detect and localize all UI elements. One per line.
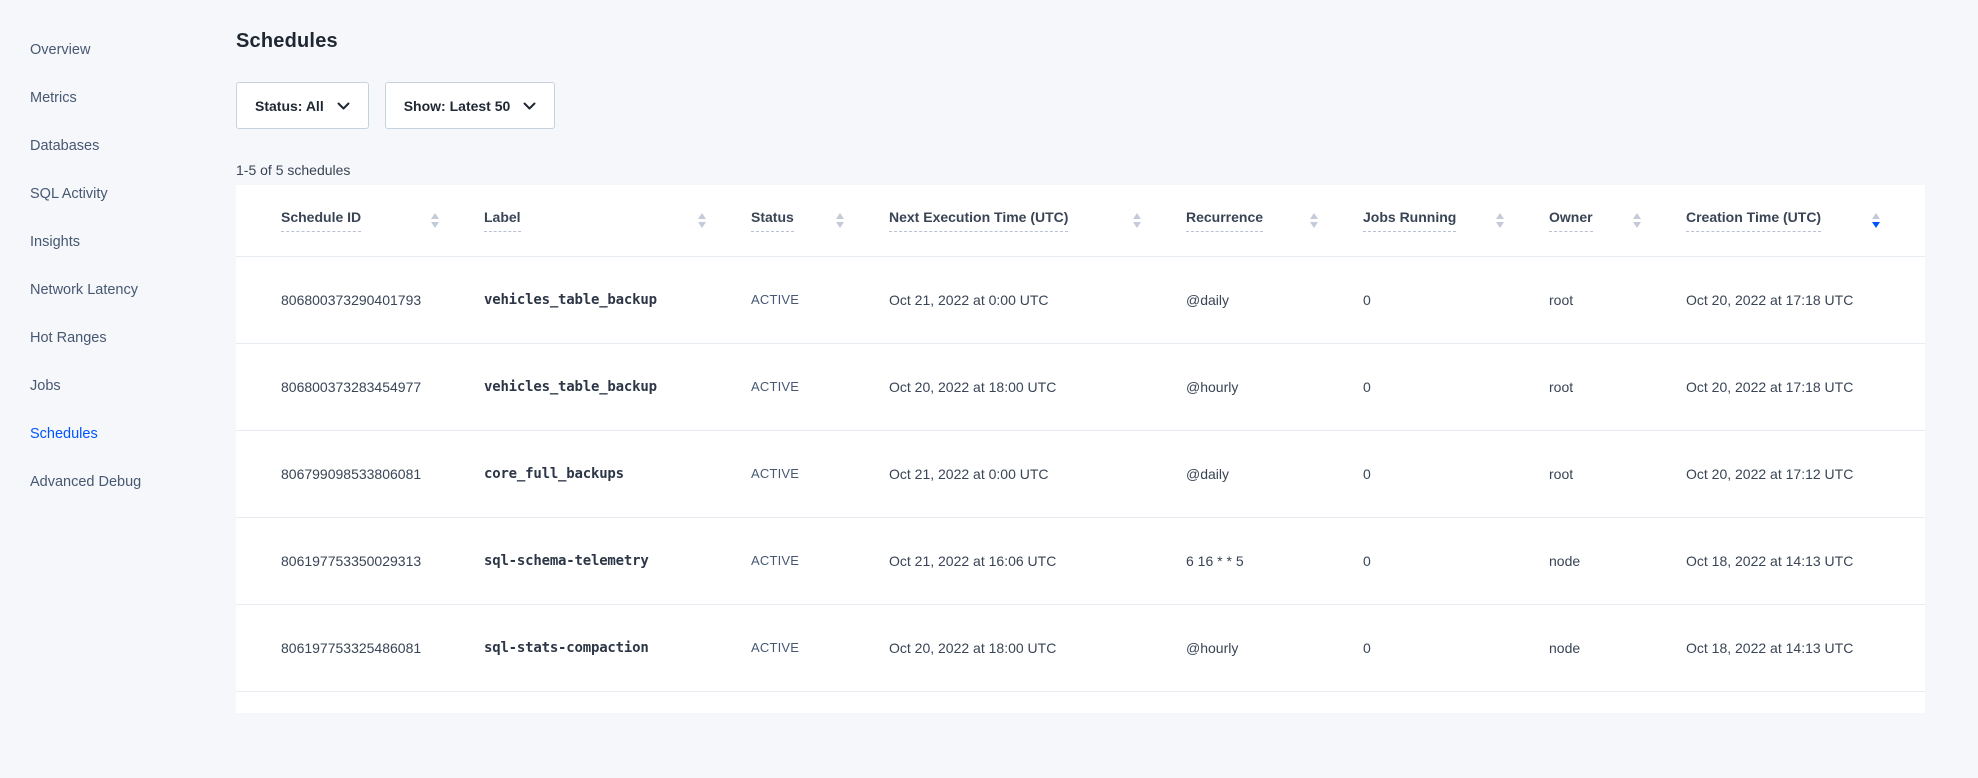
column-header-label: Schedule ID [281, 209, 361, 232]
cell-creation-time: Oct 20, 2022 at 17:18 UTC [1686, 343, 1925, 430]
cell-recurrence: @hourly [1186, 604, 1363, 691]
cell-creation-time: Oct 20, 2022 at 17:18 UTC [1686, 256, 1925, 343]
cell-next-execution: Oct 20, 2022 at 18:00 UTC [889, 343, 1186, 430]
sidebar-item-insights[interactable]: Insights [0, 218, 236, 266]
cell-label: vehicles_table_backup [484, 256, 751, 343]
show-filter-dropdown[interactable]: Show: Latest 50 [385, 82, 556, 129]
column-header-label: Creation Time (UTC) [1686, 209, 1821, 232]
sidebar-item-schedules[interactable]: Schedules [0, 410, 236, 458]
cell-next-execution: Oct 21, 2022 at 16:06 UTC [889, 517, 1186, 604]
column-header-recurrence[interactable]: Recurrence [1186, 185, 1363, 256]
cell-creation-time: Oct 20, 2022 at 17:12 UTC [1686, 430, 1925, 517]
sidebar: OverviewMetricsDatabasesSQL ActivityInsi… [0, 0, 236, 506]
results-summary: 1-5 of 5 schedules [236, 162, 1925, 178]
column-header-owner[interactable]: Owner [1549, 185, 1686, 256]
chevron-down-icon [337, 102, 350, 110]
sidebar-nav: OverviewMetricsDatabasesSQL ActivityInsi… [0, 26, 236, 506]
column-header-schedule-id[interactable]: Schedule ID [236, 185, 484, 256]
sidebar-item-advanced-debug[interactable]: Advanced Debug [0, 458, 236, 506]
table-row[interactable]: 806800373283454977vehicles_table_backupA… [236, 343, 1925, 430]
cell-schedule-id: 806799098533806081 [236, 430, 484, 517]
sort-arrows-icon [1633, 213, 1641, 228]
cell-recurrence: @hourly [1186, 343, 1363, 430]
cell-jobs-running: 0 [1363, 604, 1549, 691]
page-title: Schedules [236, 30, 1925, 53]
sort-arrows-icon [431, 213, 439, 228]
cell-jobs-running: 0 [1363, 256, 1549, 343]
cell-jobs-running: 0 [1363, 517, 1549, 604]
schedules-table-card: Schedule ID Label Status Next Execution Tim… [236, 185, 1925, 713]
column-header-status[interactable]: Status [751, 185, 889, 256]
cell-label: vehicles_table_backup [484, 343, 751, 430]
cell-label: sql-schema-telemetry [484, 517, 751, 604]
sort-arrows-icon [1133, 213, 1141, 228]
cell-next-execution: Oct 20, 2022 at 18:00 UTC [889, 604, 1186, 691]
cell-owner: node [1549, 517, 1686, 604]
cell-creation-time: Oct 18, 2022 at 14:13 UTC [1686, 604, 1925, 691]
status-filter-dropdown[interactable]: Status: All [236, 82, 369, 129]
table-body: 806800373290401793vehicles_table_backupA… [236, 256, 1925, 691]
column-header-label: Jobs Running [1363, 209, 1456, 232]
status-filter-label: Status: All [255, 98, 324, 114]
column-header-label: Owner [1549, 209, 1593, 232]
column-header-label: Label [484, 209, 521, 232]
column-header-jobs-running[interactable]: Jobs Running [1363, 185, 1549, 256]
cell-status: ACTIVE [751, 343, 889, 430]
sidebar-item-network-latency[interactable]: Network Latency [0, 266, 236, 314]
cell-recurrence: @daily [1186, 430, 1363, 517]
cell-schedule-id: 806197753350029313 [236, 517, 484, 604]
cell-label: core_full_backups [484, 430, 751, 517]
cell-owner: root [1549, 343, 1686, 430]
filter-bar: Status: All Show: Latest 50 [236, 82, 1925, 129]
cell-schedule-id: 806197753325486081 [236, 604, 484, 691]
show-filter-label: Show: Latest 50 [404, 98, 511, 114]
cell-owner: root [1549, 430, 1686, 517]
sidebar-item-databases[interactable]: Databases [0, 122, 236, 170]
sort-arrows-icon [1310, 213, 1318, 228]
sort-arrows-icon [1496, 213, 1504, 228]
sidebar-item-overview[interactable]: Overview [0, 26, 236, 74]
column-header-label: Next Execution Time (UTC) [889, 209, 1068, 232]
sort-arrows-icon [836, 213, 844, 228]
column-header-next-execution-time-utc[interactable]: Next Execution Time (UTC) [889, 185, 1186, 256]
main-content: Schedules Status: All Show: Latest 50 1-… [236, 0, 1925, 713]
table-row[interactable]: 806197753350029313sql-schema-telemetryAC… [236, 517, 1925, 604]
cell-owner: root [1549, 256, 1686, 343]
sidebar-item-metrics[interactable]: Metrics [0, 74, 236, 122]
cell-status: ACTIVE [751, 604, 889, 691]
column-header-label: Status [751, 209, 794, 232]
cell-label: sql-stats-compaction [484, 604, 751, 691]
sort-arrows-icon [698, 213, 706, 228]
table-row[interactable]: 806799098533806081core_full_backupsACTIV… [236, 430, 1925, 517]
sidebar-item-jobs[interactable]: Jobs [0, 362, 236, 410]
column-header-creation-time-utc[interactable]: Creation Time (UTC) [1686, 185, 1925, 256]
cell-owner: node [1549, 604, 1686, 691]
cell-status: ACTIVE [751, 256, 889, 343]
cell-status: ACTIVE [751, 517, 889, 604]
cell-next-execution: Oct 21, 2022 at 0:00 UTC [889, 430, 1186, 517]
cell-recurrence: 6 16 * * 5 [1186, 517, 1363, 604]
cell-jobs-running: 0 [1363, 430, 1549, 517]
sidebar-item-hot-ranges[interactable]: Hot Ranges [0, 314, 236, 362]
sort-arrows-icon [1872, 213, 1880, 228]
cell-creation-time: Oct 18, 2022 at 14:13 UTC [1686, 517, 1925, 604]
table-header-row: Schedule ID Label Status Next Execution Tim… [236, 185, 1925, 256]
cell-next-execution: Oct 21, 2022 at 0:00 UTC [889, 256, 1186, 343]
column-header-label[interactable]: Label [484, 185, 751, 256]
cell-schedule-id: 806800373283454977 [236, 343, 484, 430]
table-row[interactable]: 806800373290401793vehicles_table_backupA… [236, 256, 1925, 343]
schedules-table: Schedule ID Label Status Next Execution Tim… [236, 185, 1925, 692]
cell-schedule-id: 806800373290401793 [236, 256, 484, 343]
cell-status: ACTIVE [751, 430, 889, 517]
sidebar-item-sql-activity[interactable]: SQL Activity [0, 170, 236, 218]
chevron-down-icon [523, 102, 536, 110]
cell-recurrence: @daily [1186, 256, 1363, 343]
cell-jobs-running: 0 [1363, 343, 1549, 430]
column-header-label: Recurrence [1186, 209, 1263, 232]
table-row[interactable]: 806197753325486081sql-stats-compactionAC… [236, 604, 1925, 691]
